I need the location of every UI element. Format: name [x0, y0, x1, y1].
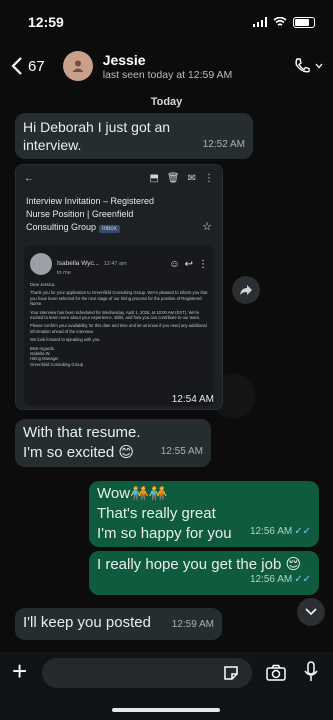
email-screenshot-image[interactable]: ← ⬒ 🗑 ✉ ⋮ Interview Invitation – Registe…: [15, 164, 223, 410]
message-incoming[interactable]: I'll keep you posted 12:59 AM: [15, 608, 222, 640]
more-vertical-icon: ⋮: [198, 258, 208, 270]
emoji-icon: ☺: [169, 258, 180, 270]
contact-status: last seen today at 12:59 AM: [102, 68, 233, 81]
message-time: 12:56 AM: [249, 526, 293, 537]
status-icons: [253, 16, 315, 28]
email-paragraph: Your interview has been scheduled for We…: [30, 309, 201, 321]
sender-row: Isabella Wyc... 12:47 am to me ☺ ↩ ⋮: [30, 252, 208, 276]
reply-icon: ↩: [184, 258, 193, 270]
sender-name: Isabella Wyc...: [57, 260, 100, 267]
signal-icon: [253, 17, 267, 27]
contact-info[interactable]: Jessie last seen today at 12:59 AM: [103, 52, 233, 81]
scroll-to-bottom-button[interactable]: [297, 598, 325, 626]
more-vertical-icon: ⋮: [204, 172, 214, 184]
message-outgoing[interactable]: I really hope you get the job 😌 12:56 AM…: [89, 551, 319, 595]
message-incoming[interactable]: With that resume. I'm so excited 😊 12:55…: [15, 419, 211, 467]
mail-icon: ✉: [187, 172, 196, 184]
chat-header: 67 Jessie last seen today at 12:59 AM: [0, 44, 333, 88]
sender-avatar: [30, 253, 52, 275]
back-button[interactable]: 67: [10, 56, 45, 76]
date-divider: Today: [150, 96, 183, 108]
message-incoming[interactable]: Hi Deborah I just got an interview. 12:5…: [15, 113, 253, 159]
person-icon: [72, 60, 84, 72]
message-outgoing[interactable]: Wow🧑‍🤝‍🧑🧑‍🤝‍🧑 That's really great I'm so…: [89, 481, 319, 547]
read-receipt-icon: ✓✓: [294, 574, 311, 585]
sender-time: 12:47 am: [103, 261, 127, 267]
trash-icon: 🗑: [166, 172, 180, 184]
email-paragraph: Please confirm your availability for thi…: [30, 323, 207, 334]
message-text: That's really great: [97, 505, 216, 522]
message-time: 12:54 AM: [171, 394, 214, 405]
recipient: to me: [57, 270, 71, 276]
unread-count: 67: [28, 57, 45, 75]
email-paragraph: Thank you for your application to Greenf…: [30, 290, 208, 307]
archive-icon: ⬒: [149, 172, 159, 184]
email-subject-line: Interview Invitation – Registered: [26, 196, 155, 206]
call-button[interactable]: [293, 57, 323, 75]
wifi-icon: [273, 17, 287, 26]
chevron-down-icon: [305, 608, 317, 616]
message-input[interactable]: [42, 658, 252, 688]
sticker-icon[interactable]: [222, 664, 240, 682]
microphone-icon[interactable]: [304, 661, 318, 683]
home-indicator: [112, 708, 220, 712]
inbox-badge: Inbox: [99, 225, 120, 233]
camera-icon[interactable]: [266, 664, 286, 682]
message-text: Wow🧑‍🤝‍🧑🧑‍🤝‍🧑: [97, 485, 168, 502]
read-receipt-icon: ✓✓: [294, 526, 311, 537]
message-time: 12:56 AM: [249, 574, 293, 585]
contact-name: Jessie: [102, 51, 146, 68]
email-card: Isabella Wyc... 12:47 am to me ☺ ↩ ⋮ Dea…: [24, 246, 214, 406]
message-time: 12:55 AM: [160, 446, 203, 457]
message-time: 12:59 AM: [171, 619, 214, 630]
email-subject: Interview Invitation – Registered Nurse …: [16, 191, 222, 240]
email-subject-line: Nurse Position | Greenfield: [26, 209, 134, 219]
avatar[interactable]: [62, 51, 93, 81]
star-icon: ☆: [202, 221, 212, 233]
forward-icon: [240, 285, 252, 295]
plus-icon[interactable]: +: [12, 658, 27, 684]
arrow-left-icon: ←: [24, 172, 34, 184]
email-paragraph: Dear Jessica,: [30, 282, 56, 287]
email-subject-line: Consulting Group: [26, 222, 97, 232]
email-body: Dear Jessica, Thank you for your applica…: [30, 282, 208, 367]
phone-icon: [295, 58, 310, 73]
email-signature: Greenfield Consulting Group: [30, 361, 84, 367]
email-paragraph: We look forward to speaking with you.: [30, 337, 101, 343]
message-text: Hi Deborah I just got an interview.: [23, 119, 171, 153]
chevron-left-icon: [11, 57, 22, 75]
status-time: 12:59: [28, 14, 64, 30]
message-time-with-ticks: 12:56 AM ✓✓: [250, 522, 311, 542]
battery-icon: [293, 16, 315, 28]
status-bar: 12:59: [0, 0, 333, 44]
message-text: With that resume.: [23, 424, 141, 441]
message-time: 12:52 AM: [202, 139, 245, 150]
chevron-down-icon: [315, 63, 323, 69]
forward-button[interactable]: [232, 276, 260, 304]
email-toolbar: ← ⬒ 🗑 ✉ ⋮: [16, 165, 222, 191]
message-time-with-ticks: 12:56 AM ✓✓: [250, 570, 311, 590]
